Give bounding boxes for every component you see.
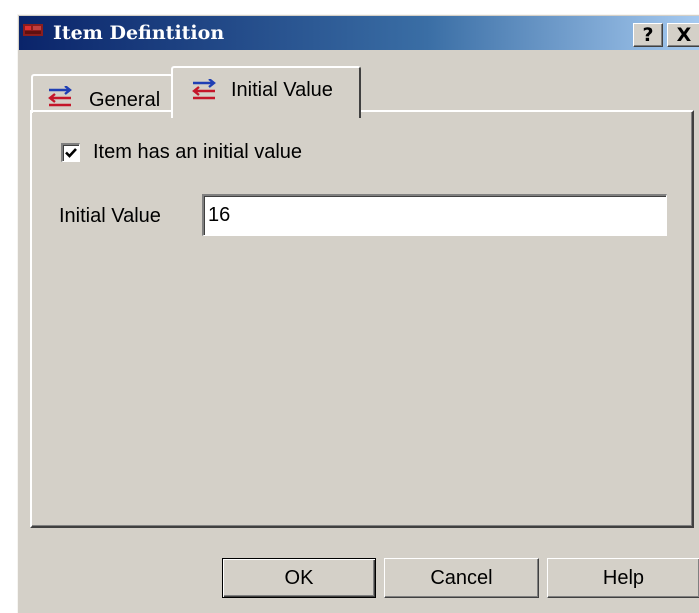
ok-button[interactable]: OK	[222, 558, 376, 598]
transfer-arrows-icon	[48, 86, 72, 107]
tab-initial-value-label: Initial Value	[231, 79, 333, 101]
help-title-button[interactable]: ?	[633, 23, 663, 47]
initial-value-label: Initial Value	[59, 205, 161, 227]
close-title-button[interactable]: X	[667, 23, 699, 47]
window-title: Item Defintition	[53, 22, 225, 44]
title-bar[interactable]: Item Defintition ? X	[19, 16, 699, 50]
item-definition-dialog: Item Defintition ? X General Initial Val…	[17, 14, 699, 613]
help-button[interactable]: Help	[547, 558, 699, 598]
cancel-button[interactable]: Cancel	[384, 558, 539, 598]
checkmark-icon	[65, 148, 77, 158]
tab-panel-initial-value	[30, 110, 694, 528]
initial-value-input[interactable]	[202, 194, 667, 236]
has-initial-value-label: Item has an initial value	[93, 141, 303, 163]
app-icon	[23, 24, 43, 36]
tab-general[interactable]: General	[31, 74, 173, 113]
has-initial-value-checkbox[interactable]	[61, 143, 80, 162]
tab-initial-value[interactable]: Initial Value	[171, 66, 361, 118]
transfer-arrows-icon	[192, 79, 216, 100]
tab-general-label: General	[89, 89, 161, 111]
